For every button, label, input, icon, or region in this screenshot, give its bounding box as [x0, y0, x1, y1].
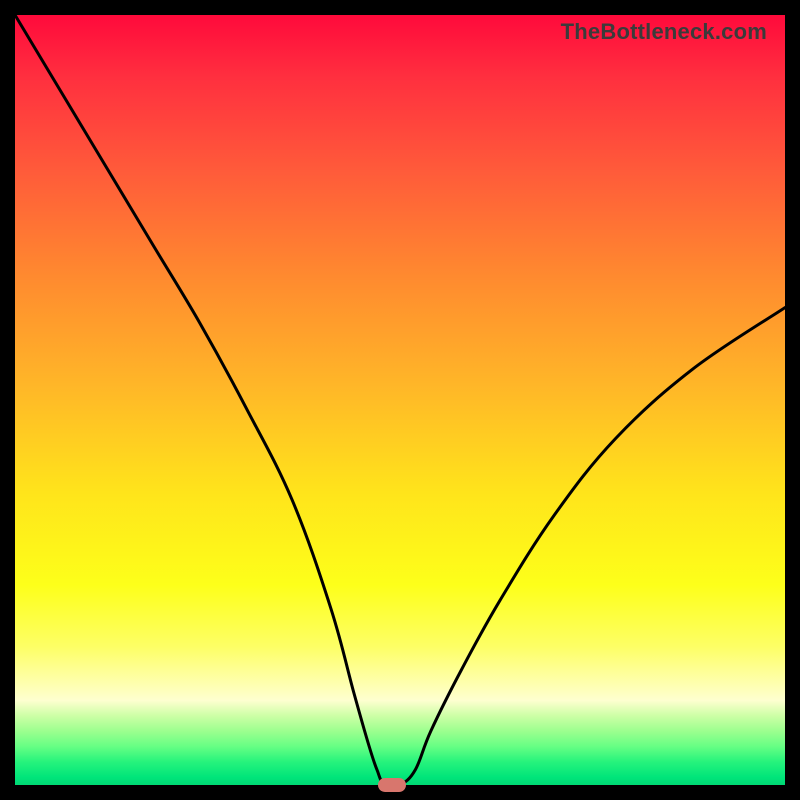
watermark-text: TheBottleneck.com	[561, 19, 767, 45]
chart-frame: TheBottleneck.com	[0, 0, 800, 800]
optimal-point-marker	[378, 778, 406, 792]
plot-area: TheBottleneck.com	[15, 15, 785, 785]
bottleneck-curve	[15, 15, 785, 785]
